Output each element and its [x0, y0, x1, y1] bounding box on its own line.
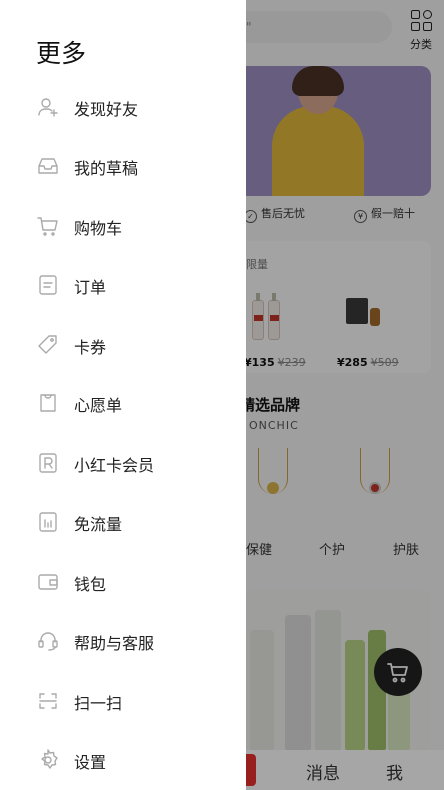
menu-item-label: 发现好友: [74, 100, 139, 119]
settings-gear-icon: [36, 748, 60, 772]
scan-icon: [36, 689, 60, 713]
menu-item-label: 心愿单: [74, 396, 123, 415]
menu-item-cart[interactable]: 购物车: [0, 200, 246, 252]
menu-item-coupons[interactable]: 卡券: [0, 319, 246, 371]
inbox-tray-icon: [36, 154, 60, 178]
menu-item-wishlist[interactable]: 心愿单: [0, 377, 246, 429]
menu-item-settings[interactable]: 设置: [0, 734, 246, 786]
menu-item-label: 免流量: [74, 515, 123, 534]
headset-icon: [36, 629, 60, 653]
menu-item-label: 小红卡会员: [74, 456, 155, 475]
menu-item-label: 扫一扫: [74, 694, 123, 713]
menu-item-label: 订单: [74, 278, 107, 297]
menu-item-label: 购物车: [74, 219, 123, 238]
side-drawer: 更多 发现好友 我的草稿 购物车 订单 卡券 心愿单 小红卡会员 免流量 钱包 …: [0, 0, 246, 790]
wish-bag-icon: [36, 391, 60, 415]
menu-item-label: 我的草稿: [74, 159, 139, 178]
menu-item-drafts[interactable]: 我的草稿: [0, 140, 246, 192]
order-doc-icon: [36, 273, 60, 297]
add-friend-icon: [36, 95, 60, 119]
coupon-tag-icon: [36, 333, 60, 357]
r-card-icon: [36, 451, 60, 475]
menu-item-free-data[interactable]: 免流量: [0, 496, 246, 548]
menu-item-find-friends[interactable]: 发现好友: [0, 81, 246, 133]
menu-item-wallet[interactable]: 钱包: [0, 556, 246, 608]
menu-item-scan[interactable]: 扫一扫: [0, 675, 246, 727]
data-bars-icon: [36, 510, 60, 534]
menu-item-label: 卡券: [74, 338, 107, 357]
menu-item-orders[interactable]: 订单: [0, 259, 246, 311]
menu-item-membership[interactable]: 小红卡会员: [0, 437, 246, 489]
wallet-icon: [36, 570, 60, 594]
menu-item-help[interactable]: 帮助与客服: [0, 615, 246, 667]
menu-item-label: 帮助与客服: [74, 634, 155, 653]
menu-item-label: 设置: [74, 753, 107, 772]
cart-icon: [36, 214, 60, 238]
drawer-title: 更多: [36, 39, 87, 68]
menu-item-label: 钱包: [74, 575, 107, 594]
